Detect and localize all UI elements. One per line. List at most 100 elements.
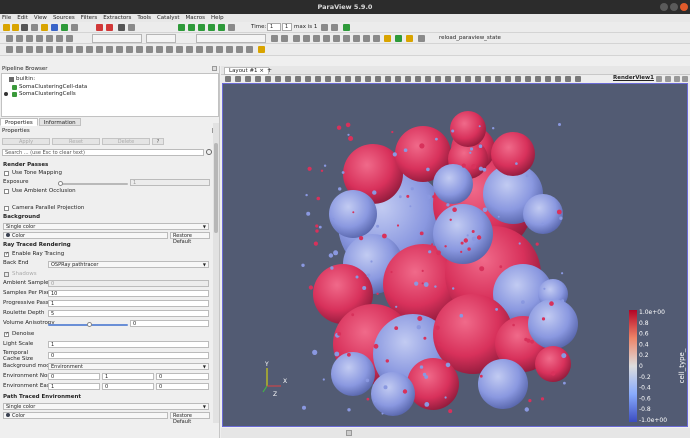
- view-plus-y-icon[interactable]: [313, 35, 320, 42]
- samples-per-pixel-field[interactable]: 10: [48, 290, 209, 297]
- macro-2-icon[interactable]: [395, 35, 402, 42]
- reset-camera-2-icon[interactable]: [271, 35, 278, 42]
- view-tool-30-icon[interactable]: [515, 76, 521, 82]
- menu-view[interactable]: View: [34, 15, 47, 21]
- view-tool-27-icon[interactable]: [485, 76, 491, 82]
- settings-icon[interactable]: [71, 24, 78, 31]
- split-horizontal-icon[interactable]: [656, 76, 662, 82]
- rotate-ccw-icon[interactable]: [363, 35, 370, 42]
- view-minus-y-icon[interactable]: [323, 35, 330, 42]
- background-mode-select[interactable]: Environment ▼: [48, 363, 209, 370]
- redo-icon[interactable]: [106, 24, 113, 31]
- view-tool-12-icon[interactable]: [335, 76, 341, 82]
- view-tool-11-icon[interactable]: [325, 76, 331, 82]
- view-tool-21-icon[interactable]: [425, 76, 431, 82]
- view-tool-9-icon[interactable]: [305, 76, 311, 82]
- reset-button[interactable]: Reset: [52, 138, 100, 145]
- filter-16-icon[interactable]: [156, 46, 163, 53]
- python-shell-icon[interactable]: [343, 24, 350, 31]
- exposure-field[interactable]: 1: [130, 179, 210, 186]
- env-east-y-field[interactable]: 0: [102, 383, 154, 390]
- menu-macros[interactable]: Macros: [186, 15, 206, 21]
- menu-file[interactable]: File: [2, 15, 11, 21]
- representation-dropdown[interactable]: [196, 34, 266, 43]
- view-minus-z-icon[interactable]: [343, 35, 350, 42]
- close-icon[interactable]: ×: [259, 68, 264, 74]
- progressive-passes-field[interactable]: 1: [48, 300, 209, 307]
- tab-information[interactable]: Information: [38, 118, 81, 126]
- menu-extractors[interactable]: Extractors: [103, 15, 131, 21]
- extract-subset-icon[interactable]: [56, 46, 63, 53]
- component-dropdown[interactable]: [146, 34, 176, 43]
- view-tool-26-icon[interactable]: [475, 76, 481, 82]
- minimize-button[interactable]: [660, 3, 668, 11]
- help-button[interactable]: ?: [152, 138, 164, 145]
- rotate-cw-icon[interactable]: [353, 35, 360, 42]
- properties-scrollbar[interactable]: [213, 123, 219, 423]
- filter-25-icon[interactable]: [246, 46, 253, 53]
- next-frame-icon[interactable]: [208, 24, 215, 31]
- auto-apply-icon[interactable]: [128, 24, 135, 31]
- delete-button[interactable]: Delete: [102, 138, 150, 145]
- rotate-90-icon[interactable]: [373, 35, 380, 42]
- first-frame-icon[interactable]: [178, 24, 185, 31]
- filter-22-icon[interactable]: [216, 46, 223, 53]
- time-step-field[interactable]: 1: [282, 23, 292, 31]
- play-icon[interactable]: [198, 24, 205, 31]
- collapse-handle[interactable]: [346, 430, 352, 436]
- denoise-checkbox[interactable]: [4, 331, 9, 337]
- view-tool-36-icon[interactable]: [575, 76, 581, 82]
- filter-15-icon[interactable]: [146, 46, 153, 53]
- view-tool-31-icon[interactable]: [525, 76, 531, 82]
- view-tool-7-icon[interactable]: [285, 76, 291, 82]
- view-tool-20-icon[interactable]: [415, 76, 421, 82]
- layout-tab[interactable]: Layout #1 ×: [224, 67, 269, 75]
- filter-23-icon[interactable]: [226, 46, 233, 53]
- filter-17-icon[interactable]: [166, 46, 173, 53]
- tone-mapping-checkbox[interactable]: [4, 171, 9, 176]
- save-data-icon[interactable]: [12, 24, 19, 31]
- macro-icon[interactable]: [384, 35, 391, 42]
- temporal-cache-field[interactable]: 0: [48, 352, 209, 359]
- clip-icon[interactable]: [26, 46, 33, 53]
- load-state-icon[interactable]: [31, 24, 38, 31]
- view-tool-35-icon[interactable]: [565, 76, 571, 82]
- background-color-button[interactable]: Color: [3, 232, 168, 239]
- color-by-dropdown[interactable]: [92, 34, 142, 43]
- visible-range-icon[interactable]: [46, 35, 53, 42]
- view-minus-x-icon[interactable]: [303, 35, 310, 42]
- calculator-icon[interactable]: [6, 46, 13, 53]
- view-plus-z-icon[interactable]: [333, 35, 340, 42]
- time-value-field[interactable]: 1: [267, 23, 281, 31]
- edit-color-map-icon[interactable]: [16, 35, 23, 42]
- camera-parallel-checkbox[interactable]: [4, 206, 9, 211]
- view-tool-28-icon[interactable]: [495, 76, 501, 82]
- view-tool-2-icon[interactable]: [235, 76, 241, 82]
- view-tool-25-icon[interactable]: [465, 76, 471, 82]
- macro-reload-state[interactable]: reload_paraview_state: [439, 35, 501, 41]
- filter-19-icon[interactable]: [186, 46, 193, 53]
- view-tool-24-icon[interactable]: [455, 76, 461, 82]
- background-select[interactable]: Single color ▼: [3, 223, 209, 230]
- undo-icon[interactable]: [96, 24, 103, 31]
- maximize-view-icon[interactable]: [674, 76, 680, 82]
- scrollbar-thumb[interactable]: [214, 143, 218, 233]
- view-tool-19-icon[interactable]: [405, 76, 411, 82]
- close-window-button[interactable]: [680, 3, 688, 11]
- glyph-icon[interactable]: [66, 46, 73, 53]
- view-tool-4-icon[interactable]: [255, 76, 261, 82]
- macro-3-icon[interactable]: [406, 35, 413, 42]
- menu-filters[interactable]: Filters: [81, 15, 98, 21]
- find-data-icon[interactable]: [331, 24, 338, 31]
- filter-20-icon[interactable]: [196, 46, 203, 53]
- ambient-occlusion-checkbox[interactable]: [4, 189, 9, 194]
- zoom-to-data-icon[interactable]: [281, 35, 288, 42]
- previous-frame-icon[interactable]: [188, 24, 195, 31]
- view-tool-22-icon[interactable]: [435, 76, 441, 82]
- stream-tracer-icon[interactable]: [76, 46, 83, 53]
- view-tool-16-icon[interactable]: [375, 76, 381, 82]
- menu-help[interactable]: Help: [211, 15, 224, 21]
- pipeline-item-builtin[interactable]: builtin:: [9, 75, 35, 83]
- view-tool-6-icon[interactable]: [275, 76, 281, 82]
- path-color-button[interactable]: Color: [3, 412, 168, 419]
